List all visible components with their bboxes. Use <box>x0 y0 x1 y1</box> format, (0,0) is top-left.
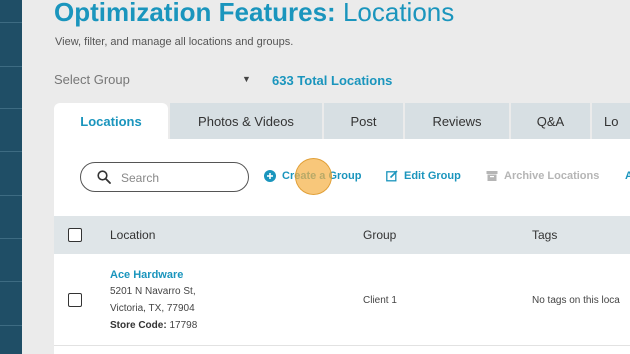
plus-circle-icon <box>264 170 276 182</box>
table-header: Location Group Tags <box>54 216 630 254</box>
column-header-location[interactable]: Location <box>110 228 155 242</box>
total-locations-link[interactable]: 633 Total Locations <box>272 73 392 88</box>
edit-icon <box>386 170 398 182</box>
page-title-bold: Optimization Features: <box>54 0 336 27</box>
group-select-label: Select Group <box>54 72 130 87</box>
page-subtitle: View, filter, and manage all locations a… <box>55 36 294 48</box>
tab-qa[interactable]: Q&A <box>511 103 590 139</box>
store-code-value: 17798 <box>169 320 198 331</box>
page-title-light: Locations <box>342 0 455 27</box>
search-placeholder: Search <box>121 171 160 185</box>
more-actions-button[interactable]: A <box>625 170 630 182</box>
store-code-label: Store Code: <box>110 320 167 331</box>
tab-locations[interactable]: Locations <box>54 103 168 139</box>
sidebar-divider <box>0 238 22 239</box>
group-select-dropdown[interactable]: Select Group ▼ <box>54 71 254 89</box>
sidebar-divider <box>0 325 22 326</box>
sidebar-divider <box>0 281 22 282</box>
left-sidebar <box>0 0 22 354</box>
search-input[interactable]: Search <box>80 162 249 192</box>
location-address-line2: Victoria, TX, 77904 <box>110 303 195 314</box>
tab-lo[interactable]: Lo <box>592 103 630 139</box>
sidebar-divider <box>0 108 22 109</box>
sidebar-divider <box>0 151 22 152</box>
caret-down-icon: ▼ <box>242 74 251 84</box>
search-icon <box>97 170 111 184</box>
table-row: Ace Hardware 5201 N Navarro St, Victoria… <box>54 254 630 346</box>
sidebar-divider <box>0 22 22 23</box>
page-title: Optimization Features: Locations <box>54 0 454 28</box>
tab-post[interactable]: Post <box>324 103 403 139</box>
select-all-checkbox[interactable] <box>68 228 82 242</box>
store-code: Store Code: 17798 <box>110 320 197 331</box>
tab-reviews[interactable]: Reviews <box>405 103 509 139</box>
archive-icon <box>486 170 498 182</box>
column-header-group[interactable]: Group <box>363 228 396 242</box>
sidebar-divider <box>0 195 22 196</box>
archive-locations-label: Archive Locations <box>504 170 600 182</box>
location-group: Client 1 <box>363 295 397 306</box>
click-indicator <box>295 158 332 195</box>
row-checkbox[interactable] <box>68 293 82 307</box>
sidebar-divider <box>0 66 22 67</box>
edit-group-label: Edit Group <box>404 170 461 182</box>
tab-bar: Locations Photos & Videos Post Reviews Q… <box>54 103 630 139</box>
edit-group-button[interactable]: Edit Group <box>386 170 461 182</box>
column-header-tags[interactable]: Tags <box>532 228 557 242</box>
tab-photos-videos[interactable]: Photos & Videos <box>170 103 322 139</box>
locations-panel: Search Create a Group Edit Group Archive… <box>54 139 630 354</box>
location-name-link[interactable]: Ace Hardware <box>110 269 183 281</box>
location-tags: No tags on this loca <box>532 295 620 306</box>
location-address-line1: 5201 N Navarro St, <box>110 286 196 297</box>
archive-locations-button[interactable]: Archive Locations <box>486 170 599 182</box>
